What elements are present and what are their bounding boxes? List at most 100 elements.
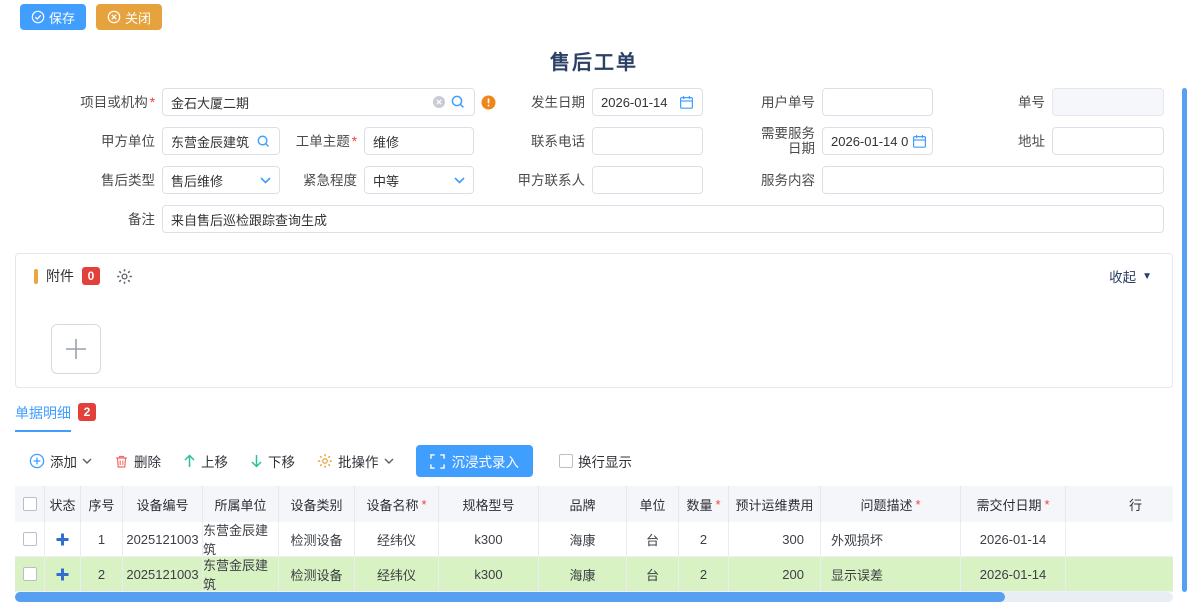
required-asterisk: *: [150, 95, 155, 110]
cell-unit[interactable]: 东营金辰建筑: [203, 522, 279, 556]
cell-device_code[interactable]: 2025121003: [123, 557, 203, 591]
move-down-button[interactable]: 下移: [250, 451, 295, 471]
cell-due_date[interactable]: 2026-01-14: [961, 522, 1066, 556]
save-button[interactable]: 保存: [20, 4, 86, 30]
cell-device_name[interactable]: 经纬仪: [355, 522, 439, 556]
calendar-icon[interactable]: [679, 95, 694, 110]
order-no-input: [1052, 88, 1164, 116]
cell-brand[interactable]: 海康: [539, 557, 627, 591]
wrap-display-toggle[interactable]: 换行显示: [559, 451, 632, 471]
subject-value: 维修: [373, 132, 465, 151]
tab-detail[interactable]: 单据明细 2: [15, 403, 96, 432]
cell-qty[interactable]: 2: [679, 557, 729, 591]
cell-cost[interactable]: 300: [729, 522, 821, 556]
cell-extra: [1066, 557, 1173, 591]
attachments-panel: 附件 0 收起 ▼: [15, 253, 1173, 388]
calendar-icon[interactable]: [912, 134, 927, 149]
collapse-toggle[interactable]: 收起 ▼: [1109, 266, 1152, 286]
project-input[interactable]: 金石大厦二期: [162, 88, 475, 116]
delete-row-label: 删除: [134, 451, 161, 471]
column-header: 需交付日期*: [961, 486, 1066, 522]
project-label: 项目或机构*: [55, 88, 155, 116]
service-content-input[interactable]: [822, 166, 1164, 194]
cell-seq[interactable]: 2: [81, 557, 123, 591]
column-header: 设备编号: [123, 486, 203, 522]
add-attachment-button[interactable]: [51, 324, 101, 374]
gear-icon: [317, 453, 333, 469]
cell-status[interactable]: [45, 522, 81, 556]
cell-extra: [1066, 522, 1173, 556]
wrap-display-label: 换行显示: [578, 451, 632, 471]
after-sale-type-value: 售后维修: [171, 171, 256, 190]
add-row-button[interactable]: 添加: [29, 451, 92, 471]
wrap-display-checkbox[interactable]: [559, 454, 573, 468]
column-header: 设备类别: [279, 486, 355, 522]
x-circle-icon: [107, 10, 121, 24]
cell-measure_unit[interactable]: 台: [627, 522, 679, 556]
party-a-value: 东营金辰建筑: [171, 132, 252, 151]
batch-operation-button[interactable]: 批操作: [317, 451, 394, 471]
table-row[interactable]: 12025121003东营金辰建筑检测设备经纬仪k300海康台2300外观损坏2…: [15, 522, 1173, 557]
table-row[interactable]: 22025121003东营金辰建筑检测设备经纬仪k300海康台2200显示误差2…: [15, 557, 1173, 592]
move-down-label: 下移: [268, 451, 295, 471]
phone-input[interactable]: [592, 127, 703, 155]
cell-seq[interactable]: 1: [81, 522, 123, 556]
immersive-entry-button[interactable]: 沉浸式录入: [416, 445, 534, 477]
remark-input[interactable]: 来自售后巡检跟踪查询生成: [162, 205, 1164, 233]
party-contact-input[interactable]: [592, 166, 703, 194]
add-row-label: 添加: [50, 451, 77, 471]
delete-row-button[interactable]: 删除: [114, 451, 161, 471]
row-checkbox[interactable]: [23, 567, 37, 581]
cell-model[interactable]: k300: [439, 557, 539, 591]
column-header: 问题描述*: [821, 486, 961, 522]
service-date-label: 需要服务日期: [751, 121, 815, 161]
remark-value: 来自售后巡检跟踪查询生成: [171, 210, 1155, 229]
horizontal-scrollbar[interactable]: [15, 592, 1173, 602]
check-circle-icon: [31, 10, 45, 24]
row-status-plus-icon[interactable]: [56, 533, 69, 546]
detail-table: 状态序号设备编号所属单位设备类别设备名称*规格型号品牌单位数量*预计运维费用问题…: [15, 486, 1173, 592]
close-button[interactable]: 关闭: [96, 4, 162, 30]
urgency-value: 中等: [373, 171, 450, 190]
cell-measure_unit[interactable]: 台: [627, 557, 679, 591]
column-header: 序号: [81, 486, 123, 522]
batch-operation-label: 批操作: [338, 451, 379, 471]
cell-model[interactable]: k300: [439, 522, 539, 556]
cell-qty[interactable]: 2: [679, 522, 729, 556]
cell-category[interactable]: 检测设备: [279, 522, 355, 556]
save-button-label: 保存: [49, 8, 75, 27]
required-asterisk: *: [352, 134, 357, 149]
cell-device_code[interactable]: 2025121003: [123, 522, 203, 556]
gear-icon[interactable]: [116, 268, 133, 285]
cell-problem[interactable]: 外观损坏: [821, 522, 961, 556]
column-header: 单位: [627, 486, 679, 522]
occur-date-label: 发生日期: [485, 88, 585, 116]
urgency-select[interactable]: 中等: [364, 166, 474, 194]
trash-icon: [114, 454, 129, 469]
vertical-scrollbar-thumb[interactable]: [1182, 88, 1187, 592]
subject-input[interactable]: 维修: [364, 127, 474, 155]
search-icon[interactable]: [450, 94, 466, 110]
cell-due_date[interactable]: 2026-01-14: [961, 557, 1066, 591]
occur-date-input[interactable]: 2026-01-14: [592, 88, 703, 116]
cell-category[interactable]: 检测设备: [279, 557, 355, 591]
cell-problem[interactable]: 显示误差: [821, 557, 961, 591]
select-all-cell: [15, 486, 45, 522]
page-title: 售后工单: [0, 46, 1188, 75]
clear-icon[interactable]: [432, 95, 446, 109]
cell-cost[interactable]: 200: [729, 557, 821, 591]
row-checkbox[interactable]: [23, 532, 37, 546]
move-up-label: 上移: [201, 451, 228, 471]
row-status-plus-icon[interactable]: [56, 568, 69, 581]
cell-unit[interactable]: 东营金辰建筑: [203, 557, 279, 591]
cell-status[interactable]: [45, 557, 81, 591]
move-up-button[interactable]: 上移: [183, 451, 228, 471]
horizontal-scrollbar-thumb[interactable]: [15, 592, 1005, 602]
attachments-title: 附件: [46, 266, 74, 286]
user-order-input[interactable]: [822, 88, 933, 116]
address-input[interactable]: [1052, 127, 1164, 155]
select-all-checkbox[interactable]: [23, 497, 37, 511]
cell-brand[interactable]: 海康: [539, 522, 627, 556]
cell-device_name[interactable]: 经纬仪: [355, 557, 439, 591]
service-date-input[interactable]: 2026-01-14 0: [822, 127, 933, 155]
